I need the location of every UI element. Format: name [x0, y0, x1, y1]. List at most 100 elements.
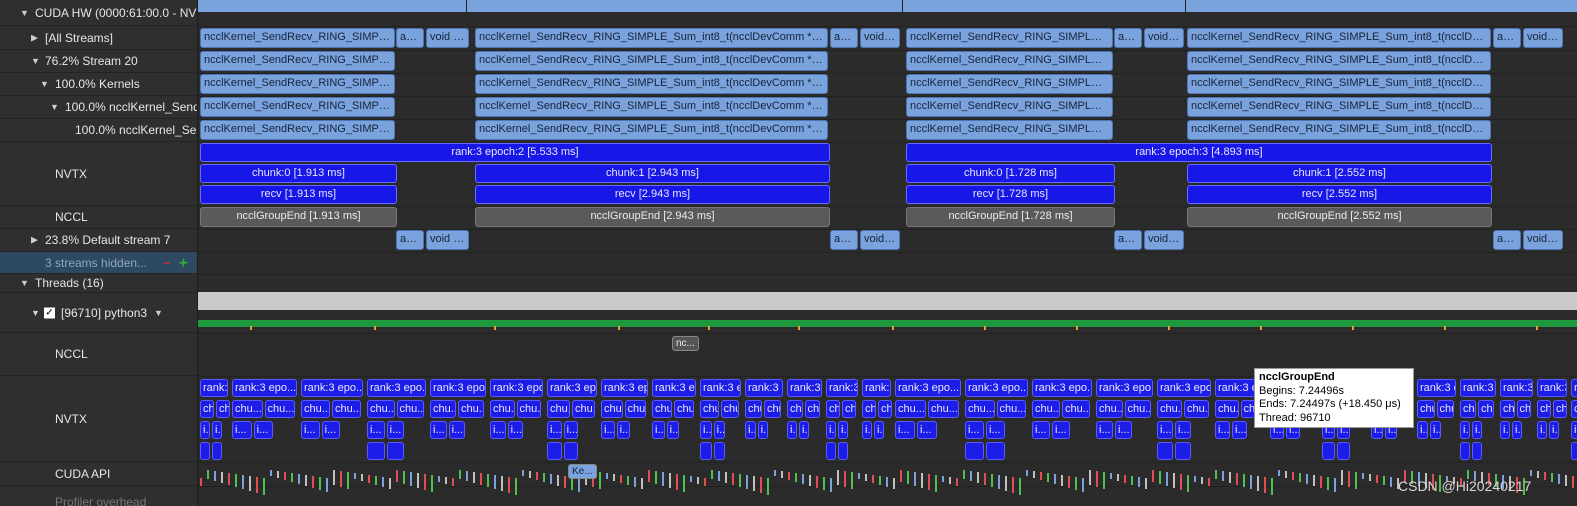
kernel-bar[interactable]: ncclKernel_SendRecv_RING_SIMPLE_S... — [906, 74, 1113, 94]
thread-nvtx-range[interactable]: rank:3 epo... — [200, 379, 228, 397]
thread-nvtx-range[interactable]: i... — [507, 421, 524, 439]
tree-row-cuda-hw[interactable]: ▼ CUDA HW (0000:61:00.0 - NVI — [0, 0, 197, 26]
tree-row-thread-nccl[interactable]: NCCL — [0, 333, 197, 376]
kernel-bar[interactable]: void ... — [860, 230, 900, 250]
thread-nvtx-range[interactable]: chu... — [764, 400, 781, 418]
thread-nccl-range[interactable]: nc... — [672, 336, 699, 351]
thread-nvtx-range[interactable]: rank:3 epo... — [232, 379, 297, 397]
kernel-bar[interactable]: ncclKernel_SendRecv_RING_SIMPLE_S... — [906, 120, 1113, 140]
kernel-bar[interactable]: ncclKernel_SendRecv_RING_SIMPLE_Sum_int8… — [200, 97, 395, 117]
thread-nvtx-range[interactable]: chu... — [928, 400, 959, 418]
kernel-bar[interactable]: am... — [1114, 230, 1142, 250]
thread-nvtx-range[interactable]: i... — [1175, 421, 1191, 439]
thread-nvtx-range[interactable] — [547, 442, 562, 460]
thread-nvtx-range[interactable]: i... — [826, 421, 836, 439]
kernel-bar[interactable]: ncclKernel_SendRecv_RING_SIMPLE_Sum_int8… — [1187, 51, 1491, 71]
thread-nvtx-range[interactable]: chu... — [264, 400, 295, 418]
kernel-bar[interactable]: void ... — [1523, 28, 1563, 48]
kernel-bar[interactable]: void ... — [1144, 28, 1184, 48]
tree-row-cuda-api[interactable]: CUDA API — [0, 462, 197, 486]
kernel-bar[interactable]: ncclKernel_SendRecv_RING_SIMPLE_Sum_int8… — [475, 51, 828, 71]
tree-row-kernel-send-leaf[interactable]: 100.0% ncclKernel_Sen — [0, 119, 197, 142]
kernel-bar[interactable]: void ... — [1144, 230, 1184, 250]
thread-nvtx-range[interactable]: chu... — [396, 400, 424, 418]
thread-nvtx-range[interactable] — [700, 442, 712, 460]
thread-nvtx-range[interactable]: chu... — [965, 400, 995, 418]
kernel-bar[interactable]: ncclKernel_SendRecv_RING_SIMPLE_Sum_int8… — [475, 120, 828, 140]
thread-nvtx-range[interactable]: chu... — [232, 400, 263, 418]
kernel-bar[interactable]: am... — [1493, 230, 1521, 250]
thread-nvtx-range[interactable]: i... — [200, 421, 210, 439]
thread-nvtx-range[interactable]: chu... — [1062, 400, 1090, 418]
thread-nvtx-range[interactable]: i... — [386, 421, 405, 439]
kernel-bar[interactable]: am... — [396, 28, 424, 48]
thread-nvtx-range[interactable]: i... — [1460, 421, 1470, 439]
thread-nvtx-range[interactable]: rank:3 epo... — [1500, 379, 1533, 397]
collapse-arrow-icon[interactable]: ▼ — [20, 8, 29, 18]
thread-nvtx-range[interactable]: i... — [986, 421, 1005, 439]
tree-row-threads[interactable]: ▼ Threads (16) — [0, 274, 197, 293]
tree-row-nvtx[interactable]: NVTX — [0, 142, 197, 206]
thread-nvtx-range[interactable]: chu... — [745, 400, 762, 418]
thread-nvtx-range[interactable]: chu... — [490, 400, 515, 418]
kernel-bar[interactable]: void c... — [426, 28, 469, 48]
thread-nvtx-range[interactable]: rank:3 epo... — [301, 379, 363, 397]
tree-row-stream20[interactable]: ▼ 76.2% Stream 20 — [0, 50, 197, 73]
thread-nvtx-range[interactable]: rank:3 epo... — [490, 379, 543, 397]
nccl-range-bar[interactable]: ncclGroupEnd [2.943 ms] — [475, 207, 830, 227]
thread-nvtx-range[interactable]: chu... — [624, 400, 646, 418]
thread-nvtx-range[interactable]: i... — [253, 421, 274, 439]
thread-nvtx-range[interactable]: i... — [965, 421, 984, 439]
kernel-bar[interactable]: am... — [830, 28, 858, 48]
thread-nvtx-range[interactable]: i... — [547, 421, 562, 439]
tree-row-kernels[interactable]: ▼ 100.0% Kernels — [0, 73, 197, 96]
nvtx-range-bar[interactable]: chunk:0 [1.913 ms] — [200, 164, 397, 183]
thread-nvtx-range[interactable] — [563, 442, 579, 460]
kernel-bar[interactable]: ncclKernel_SendRecv_RING_SIMPLE_Sum_int8… — [475, 97, 828, 117]
kernel-bar[interactable]: ncclKernel_SendRecv_RING_SIMPLE_Sum_int8… — [200, 120, 395, 140]
thread-nvtx-range[interactable] — [826, 442, 836, 460]
thread-nvtx-range[interactable]: i... — [1052, 421, 1070, 439]
thread-nvtx-range[interactable]: i... — [757, 421, 769, 439]
thread-nvtx-range[interactable]: rank:3 epo... — [1157, 379, 1211, 397]
collapse-arrow-icon[interactable]: ▼ — [31, 56, 40, 66]
thread-nvtx-range[interactable]: chu... — [516, 400, 541, 418]
cuda-api-range[interactable]: Ke... — [568, 464, 597, 479]
plus-icon[interactable]: + — [179, 254, 188, 271]
thread-nvtx-range[interactable]: chu... — [547, 400, 570, 418]
thread-nvtx-range[interactable]: chu... — [1436, 400, 1454, 418]
tree-row-python-thread[interactable]: ▼ ✓ [96710] python3 ▼ — [0, 293, 197, 333]
nvtx-range-bar[interactable]: rank:3 epoch:2 [5.533 ms] — [200, 143, 830, 162]
kernel-bar[interactable]: ncclKernel_SendRecv_RING_SIMPLE_Sum_int8… — [1187, 74, 1491, 94]
thread-nvtx-range[interactable]: i... — [563, 421, 579, 439]
thread-nvtx-range[interactable]: chu... — [1157, 400, 1182, 418]
thread-nvtx-range[interactable]: rank:3 epo... — [826, 379, 858, 397]
tree-row-nccl[interactable]: NCCL — [0, 206, 197, 229]
thread-nvtx-range[interactable]: i... — [1512, 421, 1522, 439]
nvtx-range-bar[interactable]: recv [2.943 ms] — [475, 185, 830, 204]
thread-nvtx-range[interactable]: rank:3 epo... — [745, 379, 783, 397]
thread-nvtx-range[interactable] — [838, 442, 848, 460]
nvtx-range-bar[interactable]: recv [1.913 ms] — [200, 185, 397, 204]
thread-nvtx-range[interactable]: rank:3 epo... — [1417, 379, 1456, 397]
thread-nvtx-range[interactable]: chu... — [458, 400, 484, 418]
thread-nvtx-range[interactable]: chu... — [1032, 400, 1060, 418]
thread-nvtx-range[interactable]: chu... — [652, 400, 672, 418]
thread-nvtx-range[interactable] — [713, 442, 726, 460]
nvtx-range-bar[interactable]: rank:3 epoch:3 [4.893 ms] — [906, 143, 1492, 162]
thread-nvtx-range[interactable]: chu... — [862, 400, 876, 418]
thread-nvtx-range[interactable]: i... — [787, 421, 797, 439]
thread-nvtx-range[interactable]: rank:3 epo... — [547, 379, 597, 397]
thread-nvtx-range[interactable]: i... — [1571, 421, 1577, 439]
thread-nvtx-range[interactable] — [1157, 442, 1173, 460]
thread-nvtx-range[interactable]: i... — [490, 421, 506, 439]
thread-nvtx-range[interactable]: rank:3 epo... — [895, 379, 961, 397]
thread-nvtx-range[interactable]: chu... — [1478, 400, 1494, 418]
thread-nvtx-range[interactable] — [986, 442, 1005, 460]
nvtx-range-bar[interactable]: recv [1.728 ms] — [906, 185, 1115, 204]
thread-nvtx-range[interactable] — [200, 442, 210, 460]
thread-nvtx-range[interactable]: chu... — [1500, 400, 1515, 418]
thread-nvtx-range[interactable]: chu... — [1417, 400, 1435, 418]
thread-nvtx-range[interactable]: chu... — [787, 400, 803, 418]
thread-nvtx-range[interactable]: chu... — [1537, 400, 1551, 418]
